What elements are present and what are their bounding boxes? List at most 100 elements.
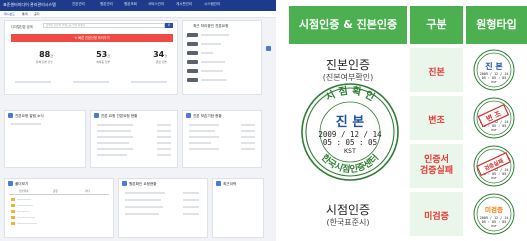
list-item[interactable] [201, 70, 223, 72]
status-badge [187, 60, 198, 64]
list-item[interactable] [17, 198, 31, 201]
list-item[interactable] [189, 124, 219, 126]
nav-item[interactable]: 원본조회 [124, 2, 137, 7]
stat-unit: 건 [164, 54, 167, 58]
seal-center-label: 진 본 [336, 114, 364, 130]
folder-tab[interactable]: 기타 [85, 189, 90, 193]
list-item[interactable] [17, 222, 37, 225]
clock-icon [216, 181, 221, 186]
folder-icon [11, 210, 15, 213]
nav-item[interactable]: 시스템관리 [204, 2, 220, 7]
quick-register-button[interactable]: ✎ 빠른 진본신청 하러가기 [11, 34, 173, 42]
retention-panel: 진본 보존기한 현황 [182, 110, 262, 168]
nav-item[interactable]: 진본관리 [72, 2, 85, 7]
list-item-date [157, 130, 171, 132]
list-item[interactable] [97, 154, 127, 156]
list-item[interactable] [97, 142, 129, 144]
status-badge [187, 33, 198, 37]
calendar-icon [94, 113, 99, 118]
tab-stats[interactable]: 통계 [22, 12, 28, 16]
recent-panel-title: 최근 처리중인 진본요청 [193, 24, 229, 28]
top-navbar: 표준센터미디어 관리관리시스템 진본관리 원본관리 원본조회 서비스관리 게시판… [0, 0, 276, 11]
list-item[interactable] [125, 213, 159, 215]
tab-dashboard[interactable]: 대시보드 [4, 12, 15, 16]
seal-authentic-center: 진 본 [485, 61, 503, 71]
authenticity-title: 진본인증 [325, 58, 371, 72]
list-item[interactable] [17, 216, 35, 219]
list-item[interactable] [17, 210, 29, 213]
list-item[interactable] [97, 148, 133, 150]
status-badge [187, 69, 198, 73]
stat-total: 88건 전체 진본 건수 [11, 48, 59, 68]
document-icon [122, 181, 127, 186]
nav-item[interactable]: 원본관리 [100, 2, 113, 7]
stat-done-value: 34 [153, 50, 165, 59]
list-item[interactable] [11, 123, 41, 125]
sub-tab-bar: 대시보드 통계 공지 [0, 11, 276, 18]
seal-authentic-zone: KST [491, 80, 497, 84]
search-panel: 디지털진본 검색 검색할 진본의 키워드를 입력 하세요 ⚲ ✎ 빠른 진본신청… [4, 20, 178, 95]
row-label-tampered: 변조 [428, 116, 445, 126]
list-item[interactable] [189, 136, 219, 138]
main-timestamp-seal: 시 점 확 인 한국시점인증센터 진 본 2009 / 12 / 14 05 :… [300, 82, 400, 182]
list-item[interactable] [125, 206, 163, 208]
verify-panel: 원본확인 요청현황 [118, 178, 208, 238]
row-label-authentic: 진본 [428, 68, 445, 78]
list-item[interactable] [201, 34, 229, 36]
search-input[interactable]: 검색할 진본의 키워드를 입력 하세요 [43, 23, 165, 28]
history-panel: 최근이력 [212, 178, 264, 238]
dashboard-screenshot: 표준센터미디어 관리관리시스템 진본관리 원본관리 원본조회 서비스관리 게시판… [0, 0, 276, 241]
stat-processing: 53건 처리중 진본 [68, 48, 116, 68]
list-item[interactable] [97, 130, 131, 132]
search-button[interactable]: ⚲ [165, 23, 173, 28]
seal-cert-fail-icon: 2009 / 12 / 14 05 : 05 : 05 KST 검증실패 [473, 145, 515, 187]
folder-tab[interactable]: 공유 [53, 189, 58, 193]
folder-icon [11, 204, 15, 207]
stat-footer-line [73, 81, 109, 83]
list-item-date [241, 142, 255, 144]
side-blue-icon[interactable] [266, 46, 271, 51]
list-item[interactable] [201, 52, 213, 54]
list-item[interactable] [97, 136, 133, 138]
tab-notice[interactable]: 공지 [34, 12, 40, 16]
nav-item[interactable]: 게시판관리 [176, 2, 192, 7]
list-item-date [157, 154, 171, 156]
stamp-guide: 시점인증 & 진본인증 구분 원형타입 진본인증 (진본여부확인) 시 점 확 … [283, 0, 527, 241]
status-badge [187, 51, 198, 55]
seal-cert-fail-zone: KST [491, 176, 497, 180]
timestamp-subtitle: (한국표준시) [326, 218, 370, 227]
folder-icon [11, 216, 15, 219]
seal-unverified-zone: KST [491, 224, 497, 228]
list-item[interactable] [189, 142, 211, 144]
stat-processing-value: 53 [96, 50, 108, 59]
list-item-date [241, 136, 255, 138]
list-item-date [241, 124, 255, 126]
row-label-cert-fail: 인증서 검증실패 [419, 155, 454, 176]
notice-panel-title: 진본요청 알림 소식 [15, 114, 44, 118]
folder-tab-divider [9, 194, 109, 195]
folder-tab[interactable]: 진본목록 [19, 189, 29, 193]
header-round-type: 원형타입 [466, 6, 527, 44]
list-item[interactable] [201, 79, 227, 81]
list-item[interactable] [97, 124, 133, 126]
list-item-date [157, 136, 171, 138]
row-label-unverified: 미검증 [424, 212, 449, 222]
list-item[interactable] [189, 148, 219, 150]
list-item[interactable] [189, 130, 215, 132]
list-item[interactable] [201, 61, 225, 63]
folder-icon [11, 222, 15, 225]
list-item-date [183, 199, 199, 201]
nav-item[interactable]: 서비스관리 [148, 2, 164, 7]
list-item[interactable] [125, 199, 161, 201]
list-item[interactable] [17, 204, 33, 207]
seal-tampered-zone: KST [491, 128, 497, 132]
header-category: 구분 [410, 6, 463, 44]
app-title[interactable]: 표준센터미디어 관리관리시스템 [3, 2, 56, 8]
list-item-date [183, 206, 199, 208]
seal-authentic-icon: 진 본 2009 / 12 / 14 05 : 05 : 05 KST [473, 49, 515, 91]
notice-panel: 진본요청 알림 소식 [4, 110, 86, 168]
pencil-icon [186, 23, 191, 38]
list-item[interactable] [201, 43, 221, 45]
list-item[interactable] [125, 192, 165, 194]
list-item-date [241, 148, 255, 150]
